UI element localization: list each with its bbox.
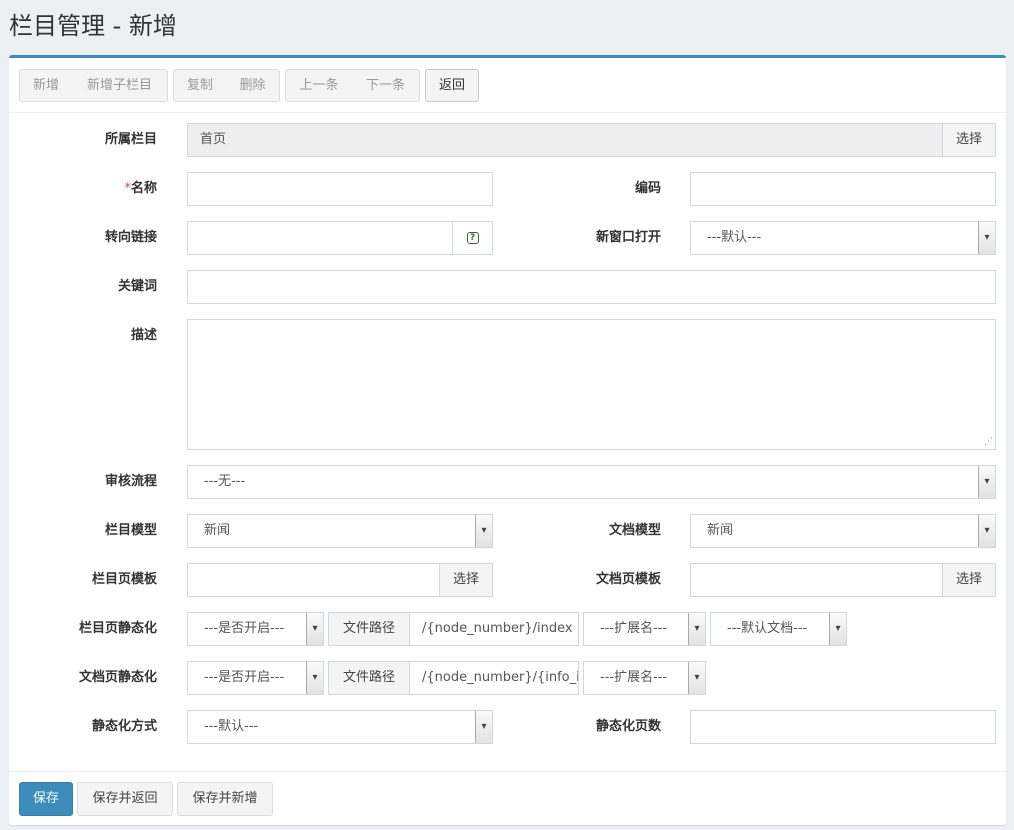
chevron-down-icon: ▾ [829,613,846,645]
doc-static-ext-value: ---扩展名--- [600,670,668,685]
redirect-input[interactable] [187,221,453,255]
description-label: 描述 [130,328,157,343]
chevron-down-icon: ▾ [306,613,323,645]
chevron-down-icon: ▾ [475,515,492,547]
node-template-select-button[interactable]: 选择 [439,563,493,597]
doc-model-label: 文档模型 [608,523,661,538]
doc-static-enable-value: ---是否开启--- [204,670,285,685]
workflow-value: ---无--- [204,474,246,489]
node-static-path-input[interactable]: /{node_number}/index [409,612,579,646]
static-pages-input[interactable] [690,710,996,744]
prev-button[interactable]: 上一条 [285,69,353,102]
static-method-label: 静态化方式 [91,719,157,734]
node-static-enable-select[interactable]: ---是否开启--- ▾ [187,612,324,646]
node-model-label: 栏目模型 [104,523,157,538]
name-input[interactable] [187,172,493,206]
keywords-input[interactable] [187,270,996,304]
save-and-new-button[interactable]: 保存并新增 [177,782,273,816]
name-label: *名称 [9,172,157,206]
form-footer: 保存 保存并返回 保存并新增 [9,771,1006,828]
new-window-value: ---默认--- [707,230,762,245]
back-button[interactable]: 返回 [425,69,479,102]
toolbar: 新增 新增子栏目 复制 删除 上一条 下一条 返回 [9,58,1006,113]
chevron-down-icon: ▾ [978,466,995,498]
static-method-select[interactable]: ---默认--- ▾ [187,710,493,744]
save-and-back-button[interactable]: 保存并返回 [77,782,173,816]
redirect-help-button[interactable]: ? [452,221,493,255]
node-model-select[interactable]: 新闻 ▾ [187,514,493,548]
chevron-down-icon: ▾ [475,711,492,743]
name-label-text: 名称 [130,181,157,196]
save-button[interactable]: 保存 [19,782,73,816]
node-static-enable-value: ---是否开启--- [204,621,285,636]
add-button[interactable]: 新增 [19,69,73,102]
doc-model-value: 新闻 [707,523,734,538]
chevron-down-icon: ▾ [978,222,995,254]
parent-select-button[interactable]: 选择 [942,123,996,157]
static-pages-label: 静态化页数 [595,719,661,734]
chevron-down-icon: ▾ [306,662,323,694]
workflow-select[interactable]: ---无--- ▾ [187,465,996,499]
chevron-down-icon: ▾ [978,515,995,547]
node-static-path-label: 文件路径 [328,612,410,646]
node-static-ext-value: ---扩展名--- [600,621,668,636]
doc-static-path-label: 文件路径 [328,661,410,695]
doc-static-path-input[interactable]: /{node_number}/{info_i [409,661,579,695]
parent-label: 所属栏目 [104,132,157,147]
doc-static-label: 文档页静态化 [78,670,157,685]
form-box: 新增 新增子栏目 复制 删除 上一条 下一条 返回 所属栏目 首页 选择 *名称… [9,55,1006,825]
page-title: 栏目管理 - 新增 [9,12,177,40]
doc-static-enable-select[interactable]: ---是否开启--- ▾ [187,661,324,695]
help-icon: ? [466,231,479,244]
redirect-label: 转向链接 [104,230,157,245]
code-input[interactable] [690,172,996,206]
node-model-value: 新闻 [204,523,231,538]
node-static-ext-select[interactable]: ---扩展名--- ▾ [583,612,706,646]
resize-grip-icon[interactable]: ⋰ [984,438,993,447]
workflow-label: 审核流程 [104,474,157,489]
static-method-value: ---默认--- [204,719,259,734]
node-static-default-doc-select[interactable]: ---默认文档--- ▾ [710,612,847,646]
doc-template-label: 文档页模板 [595,572,661,587]
new-window-select[interactable]: ---默认--- ▾ [690,221,996,255]
add-child-button[interactable]: 新增子栏目 [72,69,168,102]
description-textarea[interactable]: ⋰ [187,319,996,450]
delete-button[interactable]: 删除 [226,69,280,102]
chevron-down-icon: ▾ [688,613,705,645]
chevron-down-icon: ▾ [688,662,705,694]
doc-template-select-button[interactable]: 选择 [942,563,996,597]
doc-static-ext-select[interactable]: ---扩展名--- ▾ [583,661,706,695]
doc-model-select[interactable]: 新闻 ▾ [690,514,996,548]
copy-button[interactable]: 复制 [173,69,227,102]
keywords-label: 关键词 [117,279,157,294]
node-static-default-doc-value: ---默认文档--- [727,621,808,636]
parent-field[interactable]: 首页 [187,123,943,157]
code-label: 编码 [634,181,661,196]
new-window-label: 新窗口打开 [595,230,661,245]
node-template-input[interactable] [187,563,440,597]
next-button[interactable]: 下一条 [352,69,420,102]
doc-template-input[interactable] [690,563,943,597]
node-template-label: 栏目页模板 [91,572,157,587]
node-static-label: 栏目页静态化 [78,621,157,636]
